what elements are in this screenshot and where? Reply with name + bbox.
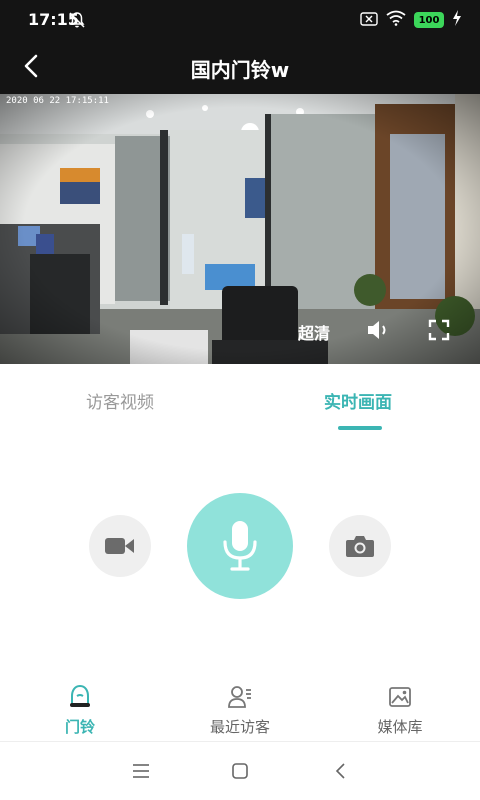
video-camera-icon — [105, 538, 134, 554]
menu-icon — [133, 764, 149, 778]
speaker-icon — [368, 321, 386, 339]
nav-item-media-library[interactable]: 媒体库 — [340, 676, 460, 742]
nav-item-recent-visitors[interactable]: 最近访客 — [180, 676, 300, 742]
tab-visitor-videos[interactable]: 访客视频 — [86, 388, 154, 413]
talk-microphone-button[interactable] — [187, 493, 293, 599]
video-timestamp: 2020 06 22 17:15:11 — [6, 96, 109, 106]
battery-indicator: 100 — [414, 12, 444, 28]
doorbell-icon — [70, 684, 90, 707]
back-chevron-icon — [335, 763, 345, 779]
tab-live-view[interactable]: 实时画面 — [324, 388, 392, 413]
view-tabs: 访客视频 实时画面 — [0, 364, 480, 436]
record-video-button[interactable] — [89, 515, 151, 577]
fullscreen-button[interactable] — [428, 319, 450, 341]
header-bar: 国内门铃w — [0, 40, 480, 94]
sim-blocked-icon — [360, 11, 378, 30]
home-square-icon — [232, 763, 248, 779]
gallery-icon — [389, 687, 411, 707]
nav-item-doorbell[interactable]: 门铃 — [20, 676, 140, 742]
nav-label-doorbell: 门铃 — [64, 718, 95, 736]
notifications-muted-icon — [68, 11, 86, 29]
page-title: 国内门铃w — [190, 58, 290, 82]
wifi-icon — [386, 10, 406, 30]
nav-label-media-library: 媒体库 — [377, 718, 423, 736]
system-navigation-bar — [0, 742, 480, 800]
volume-button[interactable] — [366, 318, 392, 342]
camera-feed-image — [0, 94, 480, 364]
quality-toggle-button[interactable]: 超清 — [298, 320, 330, 344]
system-back-button[interactable] — [330, 760, 352, 782]
visitors-icon — [228, 686, 251, 708]
charging-icon — [452, 10, 462, 30]
active-tab-indicator — [338, 426, 382, 430]
snapshot-button[interactable] — [329, 515, 391, 577]
live-video-view[interactable]: 2020 06 22 17:15:11 超清 — [0, 94, 480, 364]
nav-label-recent-visitors: 最近访客 — [209, 718, 270, 736]
fullscreen-icon — [428, 319, 450, 341]
system-home-button[interactable] — [229, 760, 251, 782]
status-bar: 17:15 100 — [0, 0, 480, 40]
camera-icon — [346, 536, 374, 557]
microphone-icon — [223, 521, 257, 571]
system-menu-button[interactable] — [130, 760, 152, 782]
bottom-navigation: 门铃 最近访客 媒体库 — [0, 676, 480, 742]
status-indicators: 100 — [360, 10, 462, 30]
